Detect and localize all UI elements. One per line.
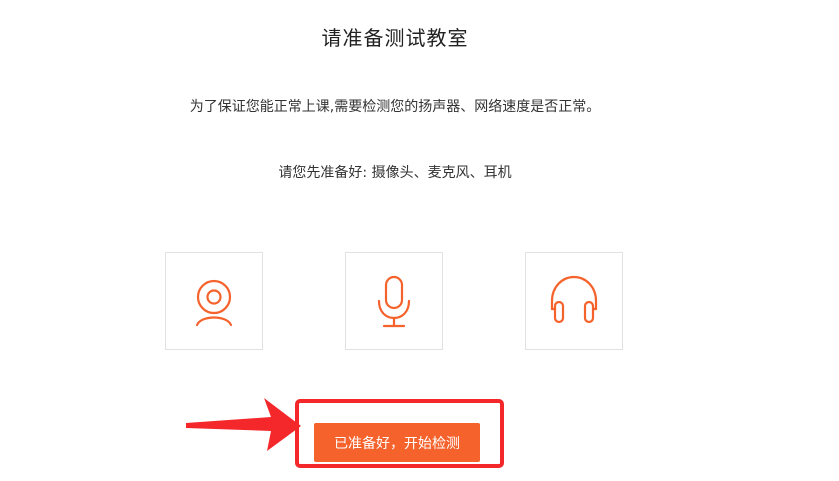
headset-icon [550, 275, 598, 324]
description-text: 为了保证您能正常上课,需要检测您的扬声器、网络速度是否正常。 [189, 99, 601, 115]
camera-device-card [165, 252, 263, 350]
preparation-text: 请您先准备好: 摄像头、麦克风、耳机 [278, 165, 512, 181]
annotation-arrow [186, 398, 301, 451]
microphone-device-card [345, 252, 443, 350]
start-check-button[interactable]: 已准备好，开始检测 [314, 423, 480, 462]
camera-icon [195, 279, 233, 327]
page-title: 请准备测试教室 [321, 26, 469, 50]
microphone-icon [377, 275, 411, 328]
headset-device-card [525, 252, 623, 350]
